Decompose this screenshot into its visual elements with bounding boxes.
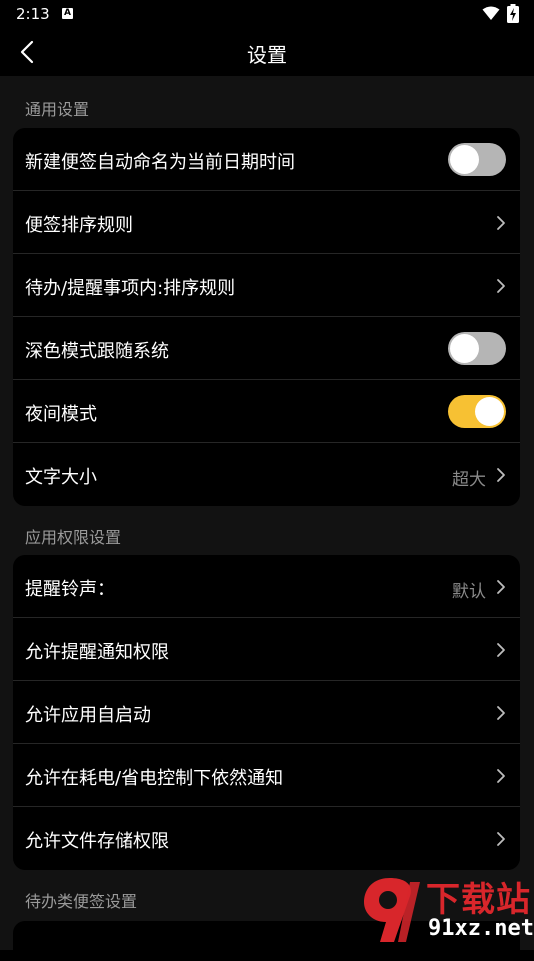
- row-label: 提醒铃声：: [25, 579, 115, 600]
- dark-mode-follow-toggle[interactable]: [448, 332, 506, 365]
- wifi-icon: [482, 6, 500, 20]
- row-label: 允许应用自启动: [25, 705, 151, 726]
- auto-name-toggle[interactable]: [448, 143, 506, 176]
- page-title: 设置: [247, 43, 287, 67]
- row-dark-mode-follow-system[interactable]: 深色模式跟随系统: [13, 317, 520, 380]
- permission-settings-card: 提醒铃声： 默认 允许提醒通知权限 允许应用自启动 允许在耗电/省电控制下依然通…: [13, 555, 520, 870]
- chevron-right-icon: [497, 769, 505, 783]
- row-label: 允许提醒通知权限: [25, 642, 169, 663]
- row-label: 文字大小: [25, 467, 97, 488]
- section-title-todo: 待办类便签设置: [25, 892, 138, 911]
- row-label: 待办/提醒事项内:排序规则: [25, 278, 236, 299]
- row-storage-permission[interactable]: 允许文件存储权限: [13, 807, 520, 870]
- section-title-general: 通用设置: [25, 100, 90, 119]
- chevron-right-icon: [497, 832, 505, 846]
- settings-content[interactable]: 通用设置 新建便签自动命名为当前日期时间 便签排序规则 待办/提醒事项内:排序规…: [0, 76, 534, 961]
- chevron-right-icon: [497, 706, 505, 720]
- row-reminder-ringtone[interactable]: 提醒铃声： 默认: [13, 555, 520, 618]
- battery-charging-icon: [507, 4, 519, 23]
- row-power-saving-notify[interactable]: 允许在耗电/省电控制下依然通知: [13, 744, 520, 807]
- toggle-knob: [475, 397, 504, 426]
- row-font-size[interactable]: 文字大小 超大: [13, 443, 520, 506]
- app-header: 设置: [0, 28, 534, 76]
- row-label: 便签排序规则: [25, 215, 133, 236]
- row-auto-start[interactable]: 允许应用自启动: [13, 681, 520, 744]
- row-label: 夜间模式: [25, 404, 97, 425]
- row-label: 深色模式跟随系统: [25, 341, 169, 362]
- night-mode-toggle[interactable]: [448, 395, 506, 428]
- section-title-permissions: 应用权限设置: [25, 528, 122, 547]
- watermark-domain: 91xz.net: [428, 916, 534, 941]
- status-time: 2:13: [16, 5, 50, 23]
- watermark-logo-icon: [364, 878, 420, 942]
- font-size-value: 超大: [452, 470, 486, 490]
- chevron-right-icon: [497, 580, 505, 594]
- chevron-right-icon: [497, 279, 505, 293]
- chevron-right-icon: [497, 643, 505, 657]
- chevron-right-icon: [497, 216, 505, 230]
- row-label: 允许在耗电/省电控制下依然通知: [25, 768, 284, 789]
- row-label: 允许文件存储权限: [25, 831, 169, 852]
- row-notification-permission[interactable]: 允许提醒通知权限: [13, 618, 520, 681]
- toggle-knob: [450, 334, 479, 363]
- chevron-right-icon: [497, 468, 505, 482]
- toggle-knob: [450, 145, 479, 174]
- row-label: 新建便签自动命名为当前日期时间: [25, 152, 295, 173]
- watermark-text: 下载站: [426, 880, 531, 920]
- row-auto-name-date[interactable]: 新建便签自动命名为当前日期时间: [13, 128, 520, 191]
- row-note-sort-rule[interactable]: 便签排序规则: [13, 191, 520, 254]
- watermark: 下载站 91xz.net: [360, 870, 534, 948]
- row-todo-sort-rule[interactable]: 待办/提醒事项内:排序规则: [13, 254, 520, 317]
- ringtone-value: 默认: [452, 582, 486, 602]
- row-night-mode[interactable]: 夜间模式: [13, 380, 520, 443]
- notification-a-icon: A: [62, 8, 73, 19]
- general-settings-card: 新建便签自动命名为当前日期时间 便签排序规则 待办/提醒事项内:排序规则 深色模…: [13, 128, 520, 506]
- status-bar: 2:13 A: [0, 0, 534, 28]
